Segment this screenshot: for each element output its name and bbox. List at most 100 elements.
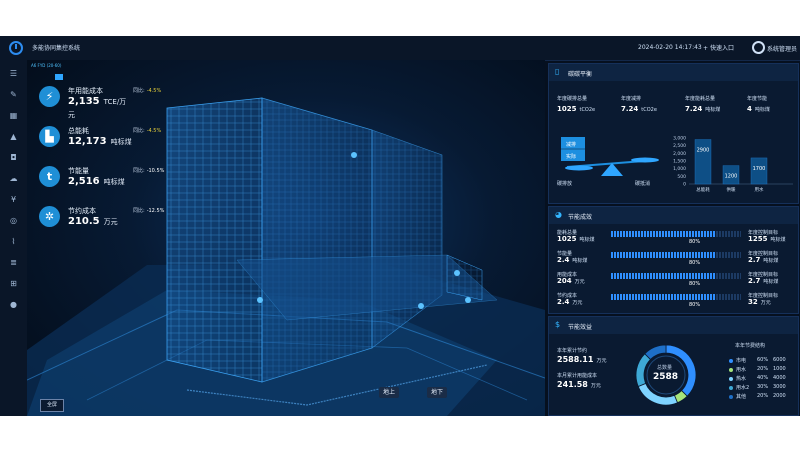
- app-title: 多能协同集控系统: [32, 45, 81, 52]
- progress-fill: [611, 273, 715, 279]
- user-icon[interactable]: ●: [9, 300, 18, 309]
- metric-label: 年度碳排总量: [557, 96, 588, 102]
- bar[interactable]: [694, 139, 712, 185]
- metric-unit: 吨标煤: [705, 107, 721, 113]
- legend-value: 6000: [773, 357, 786, 363]
- box-icon[interactable]: ◘: [9, 153, 18, 162]
- kpi-label: 总能耗: [68, 127, 89, 135]
- kpi-number: 210.5: [68, 216, 100, 227]
- kpi-unit: 吨标煤: [103, 178, 125, 186]
- current-datetime: 2024-02-20 14:17:43: [638, 44, 702, 51]
- progress-bar: [611, 273, 741, 279]
- progress-bar: [611, 294, 741, 300]
- y-tick-label: 2,500: [673, 143, 686, 149]
- donut-center-value: 2588: [653, 372, 679, 382]
- fullscreen-button[interactable]: 全屏: [40, 399, 64, 412]
- energy-saving-benefit-panel: $ 节能效益 本年累计节约 2588.11 万元 本月累计用能成本 241.58 万…: [548, 316, 799, 416]
- target-unit: 吨标煤: [763, 258, 779, 264]
- legend-item: 用水 20% 1000: [729, 366, 795, 374]
- chart-line-icon[interactable]: ⌇: [9, 237, 18, 246]
- target-unit: 吨标煤: [770, 237, 786, 243]
- target-number: 2.7: [748, 277, 761, 285]
- building-3d-view[interactable]: A6 FYD (20-60) ⚡ 年用能成本 同比: -4.5% 2,135 TCE/万元…: [27, 60, 545, 416]
- kpi-yoy-value: -4.5%: [146, 88, 162, 94]
- target-icon[interactable]: ◎: [9, 216, 18, 225]
- admin-user-menu[interactable]: 系统管理员: [767, 44, 797, 53]
- donut-slice[interactable]: [637, 382, 679, 406]
- balance-box-top: 减排: [566, 142, 577, 148]
- kpi-value: 2,135 TCE/万: [68, 96, 126, 107]
- saving-row-value: 2.4 万元: [557, 298, 582, 306]
- saving-row-unit: 吨标煤: [572, 258, 588, 264]
- legend-dot-icon: [729, 359, 733, 363]
- top-bar: 多能协同集控系统 2024-02-20 14:17:43 + 快速入口 系统管理…: [0, 36, 800, 61]
- balance-box-bottom: 实际: [566, 154, 577, 160]
- legend-percent: 20%: [757, 366, 769, 372]
- metric-number: 1025: [557, 105, 577, 113]
- bar-value-label: 1700: [753, 166, 766, 172]
- settings-icon[interactable]: ≣: [9, 258, 18, 267]
- plus-icon: +: [703, 45, 710, 52]
- quick-entry-button[interactable]: + 快速入口: [703, 43, 734, 52]
- legend-value: 3000: [773, 384, 786, 390]
- progress-fill: [611, 231, 715, 237]
- kpi-value: 12,173 吨标煤: [68, 136, 132, 147]
- target-number: 32: [748, 298, 758, 306]
- legend-dot-icon: [729, 377, 733, 381]
- kpi-unit: 万元: [103, 218, 118, 226]
- windows-icon[interactable]: ⊞: [9, 279, 18, 288]
- kpi-value: 2,516 吨标煤: [68, 176, 125, 187]
- panel-title: 碳碳平衡: [568, 71, 593, 78]
- legend-label: 用水: [736, 367, 747, 373]
- kpi-number: 2,135: [68, 96, 100, 107]
- progress-percent: 80%: [689, 281, 701, 287]
- tablet-icon: ▯: [555, 67, 560, 76]
- edit-icon[interactable]: ✎: [9, 90, 18, 99]
- progress-percent: 80%: [689, 260, 701, 266]
- yearly-saving-value: 2588.11 万元: [557, 355, 607, 364]
- target-number: 2.7: [748, 256, 761, 264]
- cloud-icon[interactable]: ☁: [9, 174, 18, 183]
- metric-unit: tCO2e: [579, 107, 596, 113]
- y-tick-label: 3,000: [673, 136, 686, 142]
- menu-icon[interactable]: ☰: [9, 69, 18, 78]
- lightning-icon: ⚡: [39, 86, 60, 107]
- legend-label: 其他: [736, 394, 747, 400]
- legend-label: 用水2: [736, 385, 750, 391]
- metric-number: 7.24: [621, 105, 639, 113]
- saving-row-number: 2.4: [557, 256, 570, 264]
- app-logo-icon: [9, 41, 23, 55]
- legend-percent: 40%: [757, 375, 769, 381]
- alert-icon[interactable]: ▲: [9, 132, 18, 141]
- quick-entry-label: 快速入口: [709, 45, 734, 52]
- admin-avatar-icon[interactable]: [752, 41, 765, 54]
- donut-slice[interactable]: [644, 344, 667, 361]
- metric-label: 年度节能: [747, 96, 768, 102]
- above-ground-button[interactable]: 地上: [379, 387, 399, 398]
- kpi-unit-line2: 元: [68, 111, 75, 119]
- legend-value: 2000: [773, 393, 786, 399]
- below-ground-button[interactable]: 地下: [427, 387, 447, 398]
- progress-bar: [611, 252, 741, 258]
- kpi-yoy-label: 同比:: [133, 168, 145, 174]
- kpi-yoy: 同比: -12.5%: [133, 207, 164, 214]
- balance-right-label: 碳抵消: [635, 181, 651, 187]
- kpi-number: 12,173: [68, 136, 107, 147]
- kpi-label: 年用能成本: [68, 87, 103, 95]
- kpi-label: 节能量: [68, 167, 89, 175]
- saving-row-number: 204: [557, 277, 572, 285]
- saving-row-value: 2.4 吨标煤: [557, 256, 587, 264]
- kpi-yoy-label: 同比:: [133, 88, 145, 94]
- kpi-label: 节约成本: [68, 207, 96, 215]
- metric-value: 7.24 tCO2e: [621, 105, 657, 113]
- legend-percent: 20%: [757, 393, 769, 399]
- grid-icon[interactable]: ▦: [9, 111, 18, 120]
- legend-label: 市电: [736, 358, 747, 364]
- target-unit: 吨标煤: [763, 279, 779, 285]
- building-illustration: [27, 74, 545, 416]
- saving-row-unit: 吨标煤: [579, 237, 595, 243]
- legend-title: 本年节费结构: [735, 343, 766, 349]
- sidebar: ☰ ✎ ▦ ▲ ◘ ☁ ¥ ◎ ⌇ ≣ ⊞ ●: [0, 60, 28, 416]
- yen-icon[interactable]: ¥: [9, 195, 18, 204]
- saving-row-unit: 万元: [574, 279, 585, 285]
